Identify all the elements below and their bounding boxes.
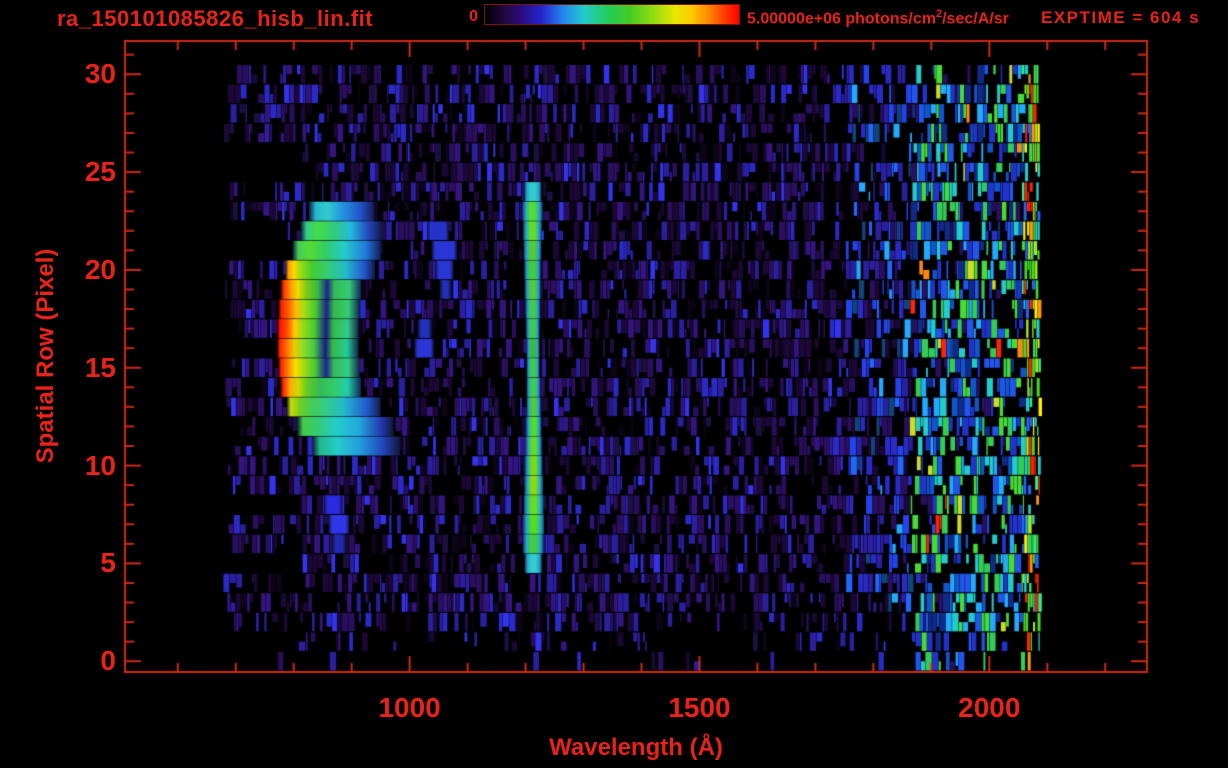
y-tick-label: 20 — [84, 253, 116, 285]
y-tick-label: 25 — [84, 156, 116, 188]
x-tick-label: 2000 — [958, 692, 1021, 723]
x-tick-label: 1500 — [668, 692, 731, 723]
spectral-heatmap-canvas — [0, 0, 1228, 768]
colorbar — [484, 4, 740, 25]
spectral-image-viewer: ra_150101085826_hisb_lin.fit 0 5.00000e+… — [0, 0, 1228, 768]
colorbar-max-label: 5.00000e+06 photons/cm2/sec/A/sr — [747, 8, 1009, 28]
x-axis-title: Wavelength (Å) — [549, 734, 723, 761]
exptime-label: EXPTIME = 604 s — [1041, 8, 1201, 27]
y-tick-label: 10 — [84, 449, 116, 481]
colorbar-min-label: 0 — [469, 8, 478, 25]
y-tick-label: 30 — [84, 58, 116, 90]
y-tick-label: 15 — [84, 351, 116, 383]
y-tick-label: 0 — [100, 645, 116, 677]
file-title: ra_150101085826_hisb_lin.fit — [57, 6, 374, 31]
colorbar-max-text: 5.00000e+06 photons/cm — [747, 10, 936, 28]
y-tick-label: 5 — [100, 547, 116, 579]
x-tick-label: 1000 — [378, 692, 441, 723]
colorbar-max-units: /sec/A/sr — [942, 10, 1009, 28]
